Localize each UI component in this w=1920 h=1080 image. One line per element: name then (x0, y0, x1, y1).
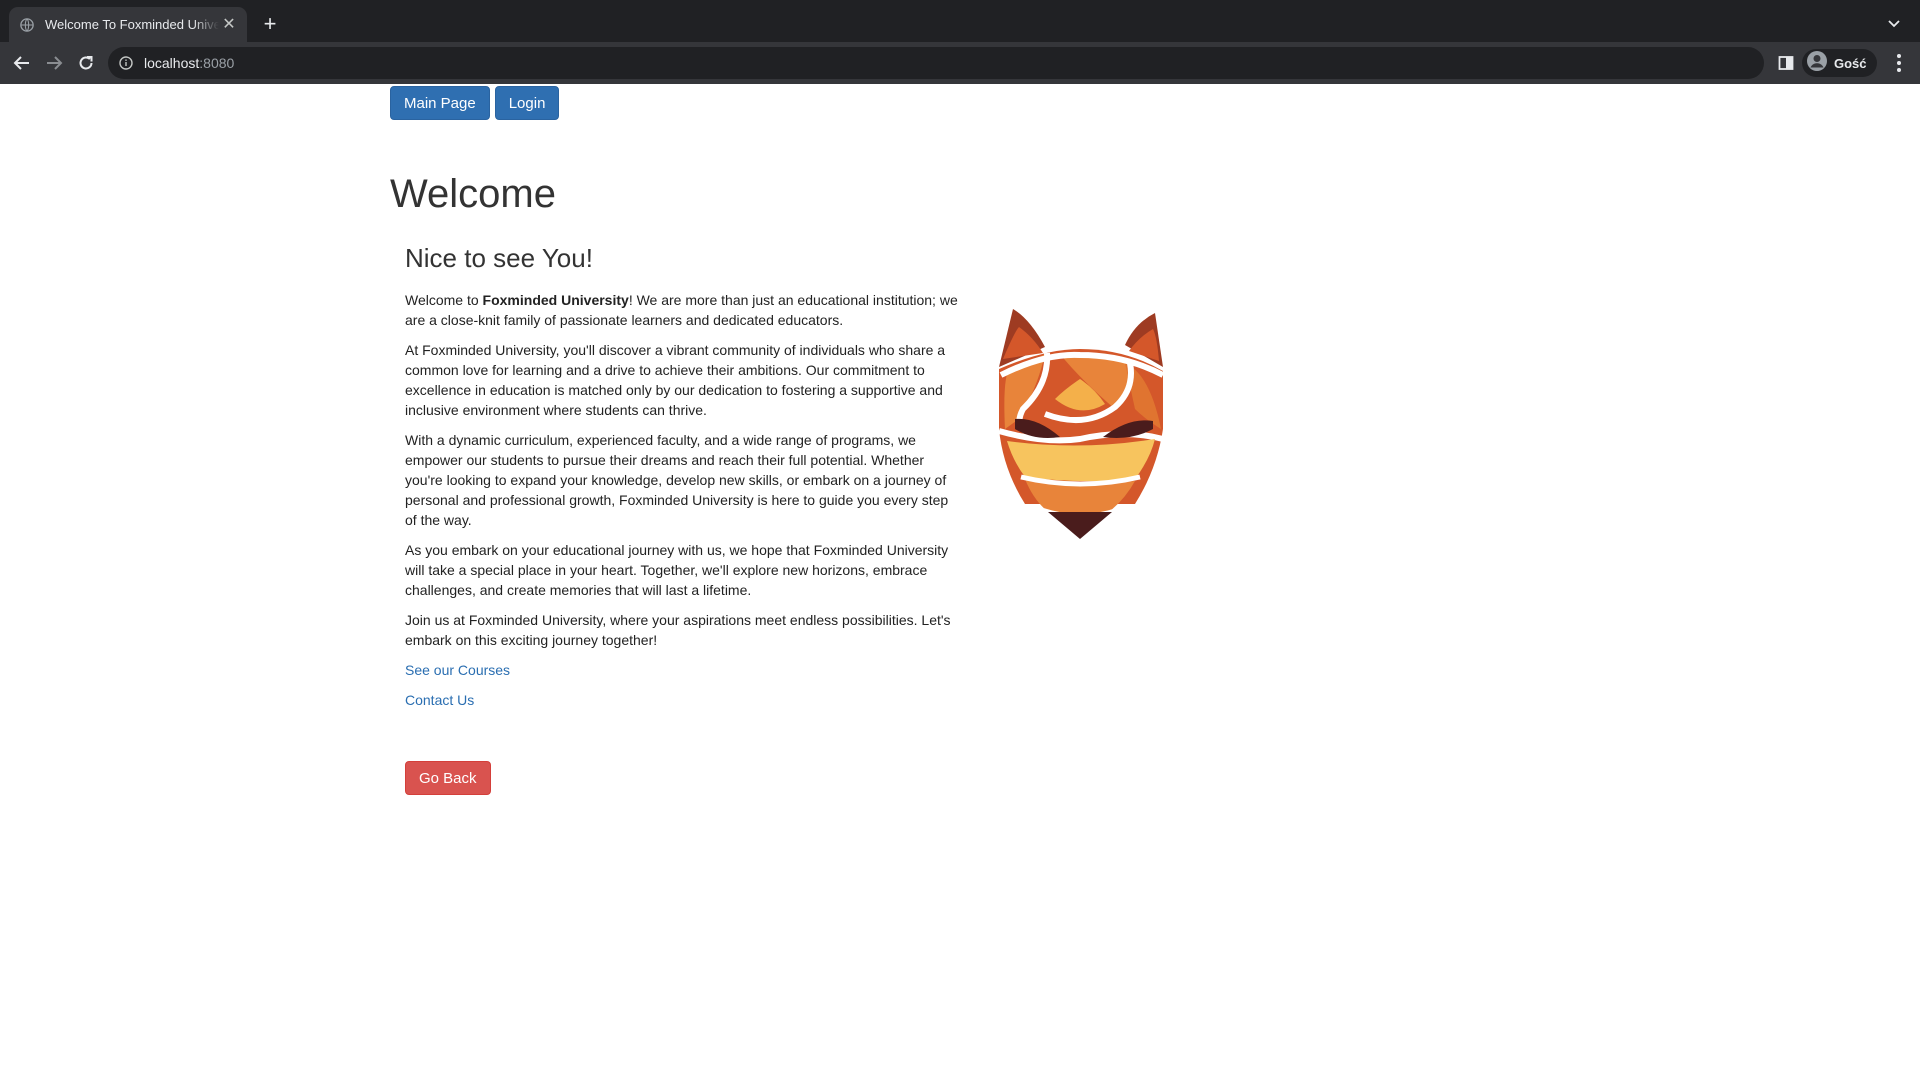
contact-us-link[interactable]: Contact Us (405, 690, 474, 710)
url-port: :8080 (199, 55, 235, 71)
paragraph: With a dynamic curriculum, experienced f… (405, 432, 949, 528)
address-bar[interactable]: localhost:8080 (108, 47, 1764, 79)
tab-title: Welcome To Foxminded University (45, 17, 219, 32)
paragraph: Join us at Foxminded University, where y… (405, 612, 951, 648)
browser-chrome: Welcome To Foxminded University ✕ + loca… (0, 0, 1920, 84)
url-host: localhost (144, 55, 200, 71)
browser-tab[interactable]: Welcome To Foxminded University ✕ (9, 7, 247, 42)
side-panel-icon[interactable] (1777, 54, 1795, 72)
page-title: Welcome (390, 172, 556, 216)
main-page-button[interactable]: Main Page (390, 86, 490, 120)
arrow-left-icon[interactable] (10, 51, 34, 75)
close-icon[interactable]: ✕ (221, 16, 237, 33)
intro-content: Welcome to Foxminded University! We are … (405, 290, 960, 720)
go-back-button[interactable]: Go Back (405, 761, 491, 795)
profile-label: Gość (1834, 55, 1867, 71)
login-button[interactable]: Login (494, 86, 560, 120)
see-courses-link[interactable]: See our Courses (405, 660, 510, 680)
paragraph: At Foxminded University, you'll discover… (405, 342, 946, 418)
profile-button[interactable]: Gość (1802, 49, 1877, 77)
page-subtitle: Nice to see You! (405, 243, 593, 273)
plus-icon[interactable]: + (258, 13, 282, 37)
info-icon[interactable] (118, 55, 134, 71)
paragraph: As you embark on your educational journe… (405, 542, 949, 598)
top-nav: Main Page Login (390, 86, 560, 120)
chevron-down-icon[interactable] (1886, 15, 1902, 31)
intro-paragraph: Welcome to Foxminded University! We are … (405, 290, 960, 330)
intro-prefix: Welcome to (405, 292, 483, 308)
browser-toolbar: localhost:8080 Gość (0, 42, 1920, 84)
reload-icon[interactable] (74, 51, 98, 75)
arrow-right-icon[interactable] (42, 51, 66, 75)
globe-icon (19, 17, 35, 33)
avatar-icon (1806, 50, 1828, 77)
kebab-menu-icon[interactable] (1890, 54, 1908, 72)
fox-logo (985, 279, 1175, 544)
university-name: Foxminded University (482, 292, 629, 308)
page-viewport: Main Page Login Welcome Nice to see You!… (0, 84, 1920, 1080)
tab-strip: Welcome To Foxminded University ✕ + (0, 0, 1920, 42)
